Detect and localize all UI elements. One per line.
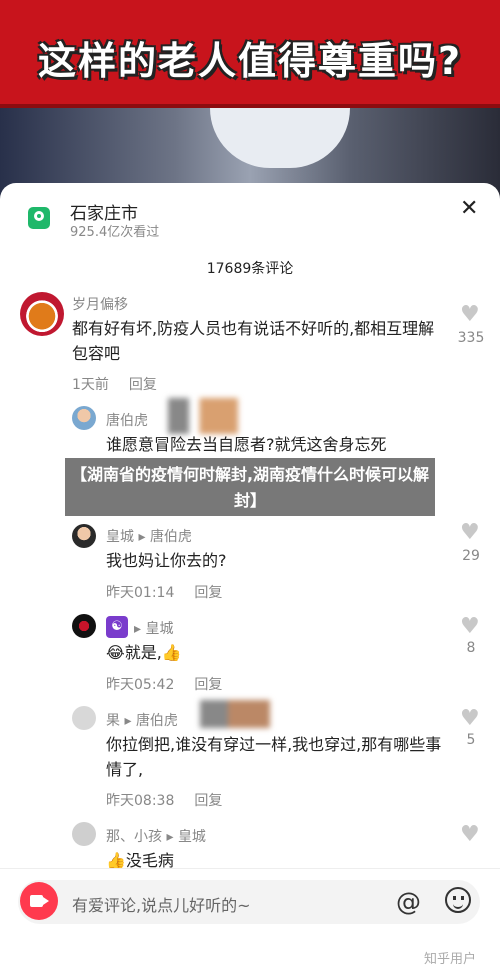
location-views: 925.4亿次看过 xyxy=(70,225,160,240)
location-row[interactable]: 石家庄市 925.4亿次看过 xyxy=(22,195,482,240)
like-heart-icon[interactable]: ♥ xyxy=(460,822,480,847)
like-heart-icon[interactable]: ♥ xyxy=(460,302,480,327)
close-icon[interactable]: ✕ xyxy=(460,196,478,221)
comments-count: 17689条评论 xyxy=(206,261,294,277)
mention-icon[interactable]: @ xyxy=(396,887,421,916)
avatar[interactable] xyxy=(72,822,96,846)
avatar[interactable] xyxy=(72,614,96,638)
like-heart-icon[interactable]: ♥ xyxy=(460,520,480,545)
blurred-region xyxy=(200,700,270,728)
headline-overlay: 【湖南省的疫情何时解封,湖南疫情什么时候可以解封】 xyxy=(65,458,435,516)
comment-text: 我也妈让你去的? xyxy=(106,551,227,570)
badge-icon: ☯ xyxy=(106,616,128,638)
reply-button[interactable]: 回复 xyxy=(194,585,222,601)
comment-username[interactable]: 唐伯虎 xyxy=(106,410,148,430)
location-pin-icon xyxy=(28,207,50,229)
comment-text: 都有好有坏,防疫人员也有说话不好听的,都相互理解包容吧 xyxy=(72,319,435,363)
avatar[interactable] xyxy=(72,706,96,730)
like-heart-icon[interactable]: ♥ xyxy=(460,706,480,731)
comment-meta: 昨天01:14 回复 xyxy=(106,582,222,602)
comment-username[interactable]: 皇城 ▸ 唐伯虎 xyxy=(106,526,192,546)
like-count: 8 xyxy=(466,640,476,656)
comment-username[interactable]: 岁月偏移 xyxy=(72,294,128,314)
comment-input-placeholder[interactable]: 有爱评论,说点儿好听的~ xyxy=(72,892,251,916)
comment-time: 1天前 xyxy=(72,377,109,393)
comment-time: 昨天05:42 xyxy=(106,677,175,693)
comment-meta: 昨天05:42 回复 xyxy=(106,674,222,694)
like-count: 29 xyxy=(462,548,480,564)
reply-button[interactable]: 回复 xyxy=(194,793,222,809)
camera-icon[interactable] xyxy=(20,882,58,920)
reply-button[interactable]: 回复 xyxy=(194,677,222,693)
comment-text: 你拉倒把,谁没有穿过一样,我也穿过,那有哪些事情了, xyxy=(106,735,442,779)
comment-meta: 昨天08:38 回复 xyxy=(106,790,222,810)
reply-button[interactable]: 回复 xyxy=(129,377,157,393)
like-count: 5 xyxy=(466,732,476,748)
banner-title: 这样的老人值得尊重吗? xyxy=(37,39,463,83)
banner: 这样的老人值得尊重吗? xyxy=(0,0,500,108)
comment-meta: 1天前 回复 xyxy=(72,374,157,394)
comment-username[interactable]: 果 ▸ 唐伯虎 xyxy=(106,710,178,730)
comment-time: 昨天08:38 xyxy=(106,793,175,809)
comment-username[interactable]: 那、小孩 ▸ 皇城 xyxy=(106,826,206,846)
emoji-icon[interactable] xyxy=(445,887,471,913)
comment-time: 昨天01:14 xyxy=(106,585,175,601)
comment-text: 谁愿意冒险去当自愿者?就凭这舍身忘死 xyxy=(106,435,387,454)
blurred-region xyxy=(168,398,238,434)
like-heart-icon[interactable]: ♥ xyxy=(460,614,480,639)
comment-text: 😂就是,👍 xyxy=(106,643,182,662)
avatar[interactable] xyxy=(72,406,96,430)
watermark: 知乎用户 xyxy=(424,952,477,967)
avatar[interactable] xyxy=(72,524,96,548)
like-count: 335 xyxy=(457,330,485,346)
avatar[interactable] xyxy=(20,292,64,336)
comment-username[interactable]: ▸ 皇城 xyxy=(134,618,173,638)
